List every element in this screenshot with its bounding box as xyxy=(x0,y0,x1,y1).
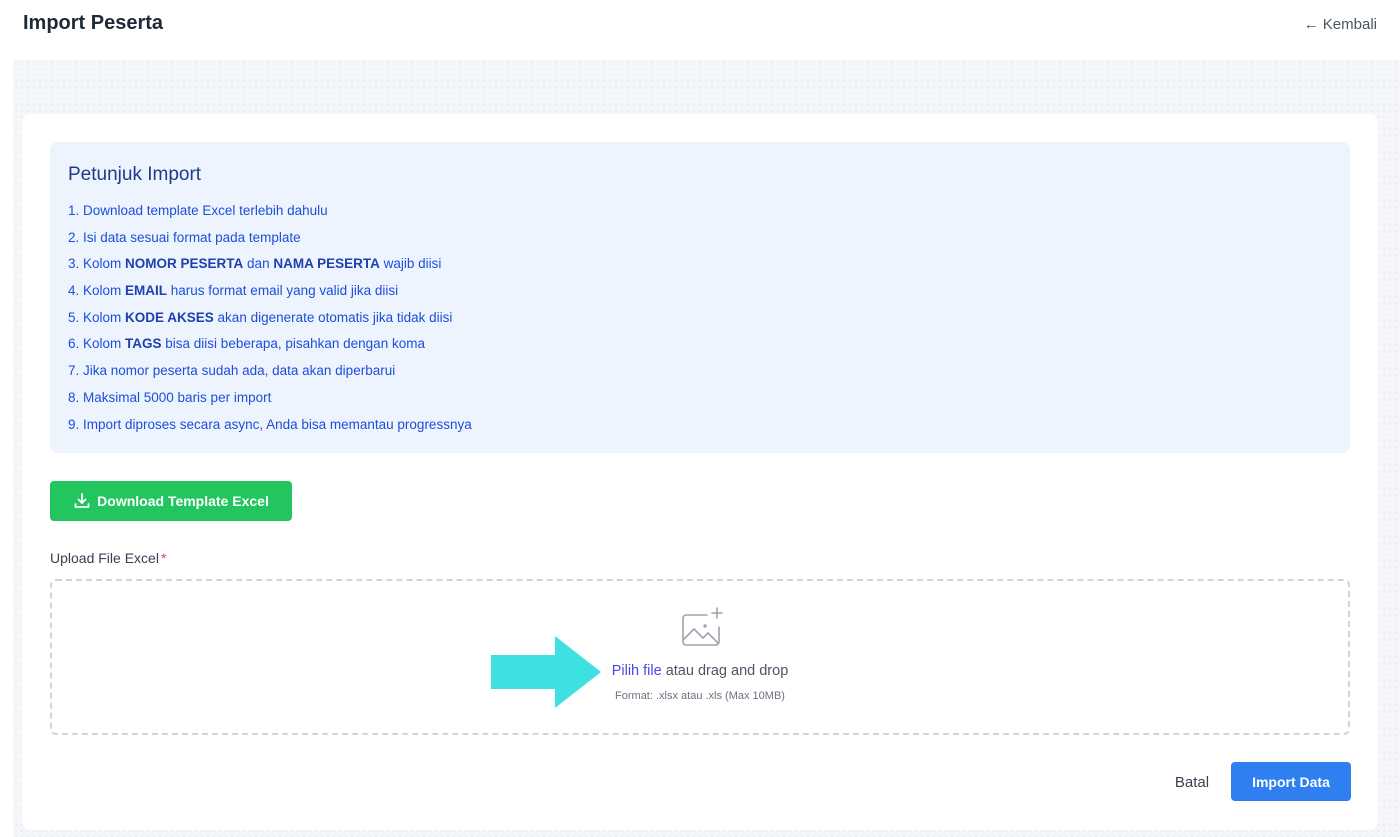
upload-label: Upload File Excel * xyxy=(50,550,167,566)
guide-item: 1. Download template Excel terlebih dahu… xyxy=(68,203,328,218)
import-data-button[interactable]: Import Data xyxy=(1231,762,1351,801)
guide-item: 8. Maksimal 5000 baris per import xyxy=(68,389,272,405)
back-link[interactable]: ← Kembali xyxy=(1304,16,1377,33)
guide-item: 7. Jika nomor peserta sudah ada, data ak… xyxy=(68,363,396,379)
file-dropzone[interactable] xyxy=(50,579,1350,735)
arrow-left-icon: ← xyxy=(1303,16,1319,33)
back-label: Kembali xyxy=(1322,16,1377,33)
download-template-label: Download Template Excel xyxy=(97,493,269,509)
guide-list: 1. Download template Excel terlebih dahu… xyxy=(68,201,472,441)
download-icon xyxy=(74,493,90,508)
required-mark: * xyxy=(160,550,167,566)
choose-file-link[interactable]: Pilih file xyxy=(612,663,662,679)
format-hint: Format: .xlsx atau .xls (Max 10MB) xyxy=(615,690,785,702)
image-add-icon xyxy=(682,607,723,646)
cancel-button[interactable]: Batal xyxy=(1162,770,1222,794)
page-title: Import Peserta xyxy=(23,12,164,34)
guide-item: 3. Kolom NOMOR PESERTA dan NAMA PESERTA … xyxy=(68,256,442,272)
guide-item: 6. Kolom TAGS bisa diisi beberapa, pisah… xyxy=(68,336,425,352)
guide-item: 2. Isi data sesuai format pada template xyxy=(68,229,301,245)
guide-item: 9. Import diproses secara async, Anda bi… xyxy=(68,416,472,432)
guide-title: Petunjuk Import xyxy=(68,164,202,185)
guide-item: 5. Kolom KODE AKSES akan digenerate otom… xyxy=(68,309,453,325)
drop-instruction: Pilih file atau drag and drop xyxy=(611,663,789,679)
arrow-right-icon xyxy=(491,636,601,708)
guide-item: 4. Kolom EMAIL harus format email yang v… xyxy=(68,283,399,299)
top-bar: Import Peserta ← Kembali xyxy=(0,0,1400,52)
download-template-button[interactable]: Download Template Excel xyxy=(50,481,292,521)
